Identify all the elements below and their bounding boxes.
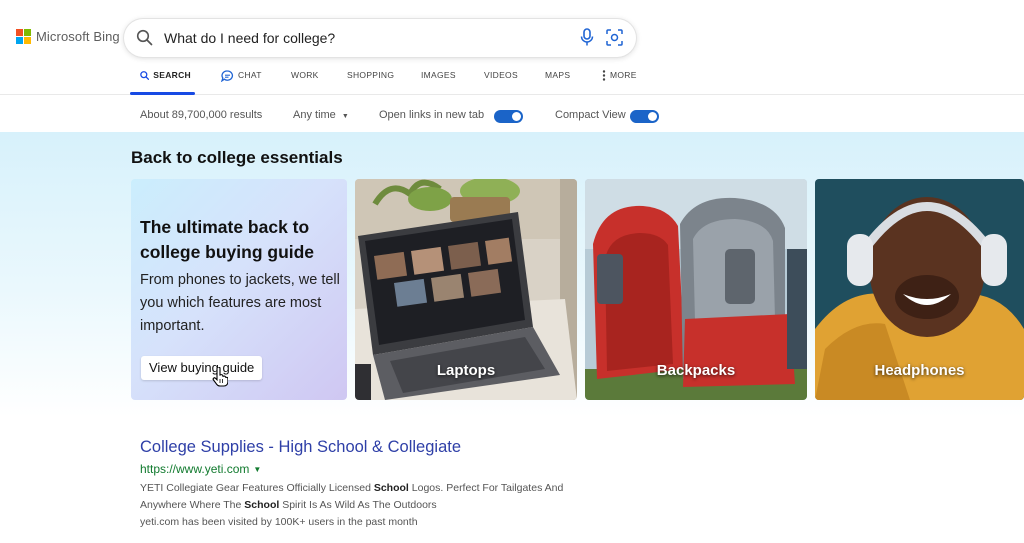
result-title-link[interactable]: College Supplies - High School & Collegi… [140,438,600,457]
tab-search[interactable]: SEARCH [130,64,195,95]
header: Microsoft Bing What do I need for colleg… [0,0,1024,95]
result-visited-note: yeti.com has been visited by 100K+ users… [140,516,418,528]
microsoft-logo-icon [16,29,31,44]
tab-label: WORK [291,70,319,80]
tab-chat[interactable]: CHAT [221,64,291,95]
buying-guide-card[interactable]: The ultimate back to college buying guid… [131,179,347,400]
snippet-bold: School [373,482,409,494]
snippet-text: Spirit Is As Wild As The Outdoors [279,499,437,511]
tab-shopping[interactable]: SHOPPING [347,64,421,95]
card-label: Headphones [874,362,965,379]
tab-label: SEARCH [153,70,191,80]
open-new-tab-toggle[interactable] [494,110,523,123]
result-url[interactable]: https://www.yeti.com ▼ [140,462,600,476]
result-url-text: https://www.yeti.com [140,462,250,476]
search-icon [140,71,150,80]
chat-icon [221,70,233,82]
snippet-text: YETI Collegiate Gear Features Officially… [140,482,374,494]
hand-cursor-icon [212,367,228,387]
tab-images[interactable]: IMAGES [421,64,484,95]
logo-text: Microsoft Bing [36,29,120,44]
result-snippet: YETI Collegiate Gear Features Officially… [140,480,600,514]
laptops-card[interactable]: Laptops [355,179,577,400]
caret-down-icon[interactable]: ▼ [253,465,261,474]
view-buying-guide-button[interactable]: View buying guide [141,356,263,380]
guide-title: The ultimate back to college buying guid… [140,217,315,262]
headphones-card[interactable]: Headphones [815,179,1024,400]
search-box[interactable]: What do I need for college? [124,19,636,57]
time-filter-dropdown[interactable]: Any time ▼ [293,109,349,121]
tab-label: SHOPPING [347,70,395,80]
nav-tabs: SEARCH CHAT WORK SHOPPING IMAGES VIDEOS … [130,64,652,95]
tab-videos[interactable]: VIDEOS [484,64,545,95]
card-label: Laptops [436,362,496,379]
tab-label: MAPS [545,70,571,80]
result-count: About 89,700,000 results [140,109,263,121]
card-label: Backpacks [656,362,736,379]
tab-maps[interactable]: MAPS [545,64,602,95]
microphone-icon[interactable] [580,28,594,52]
time-filter-label: Any time [293,109,336,121]
chevron-down-icon: ▼ [341,113,349,120]
tab-label: CHAT [238,70,262,80]
search-icon[interactable] [136,29,153,51]
bing-logo[interactable]: Microsoft Bing [16,29,120,44]
section-title: Back to college essentials [131,148,343,167]
tab-label: IMAGES [421,70,456,80]
search-input[interactable]: What do I need for college? [164,30,335,46]
tab-label: VIDEOS [484,70,518,80]
tab-label: MORE [610,70,637,80]
search-result: College Supplies - High School & Collegi… [140,438,600,531]
visual-search-icon[interactable] [605,28,624,52]
compact-view-toggle[interactable] [630,110,659,123]
tab-work[interactable]: WORK [291,64,347,95]
snippet-bold: School [244,499,280,511]
more-vertical-icon [602,70,606,81]
open-new-tab-label: Open links in new tab [379,109,485,121]
compact-view-label: Compact View [555,109,626,121]
backpacks-card[interactable]: Backpacks [585,179,807,400]
tab-more[interactable]: MORE [602,64,652,95]
guide-description: From phones to jackets, we tell you whic… [140,272,340,334]
